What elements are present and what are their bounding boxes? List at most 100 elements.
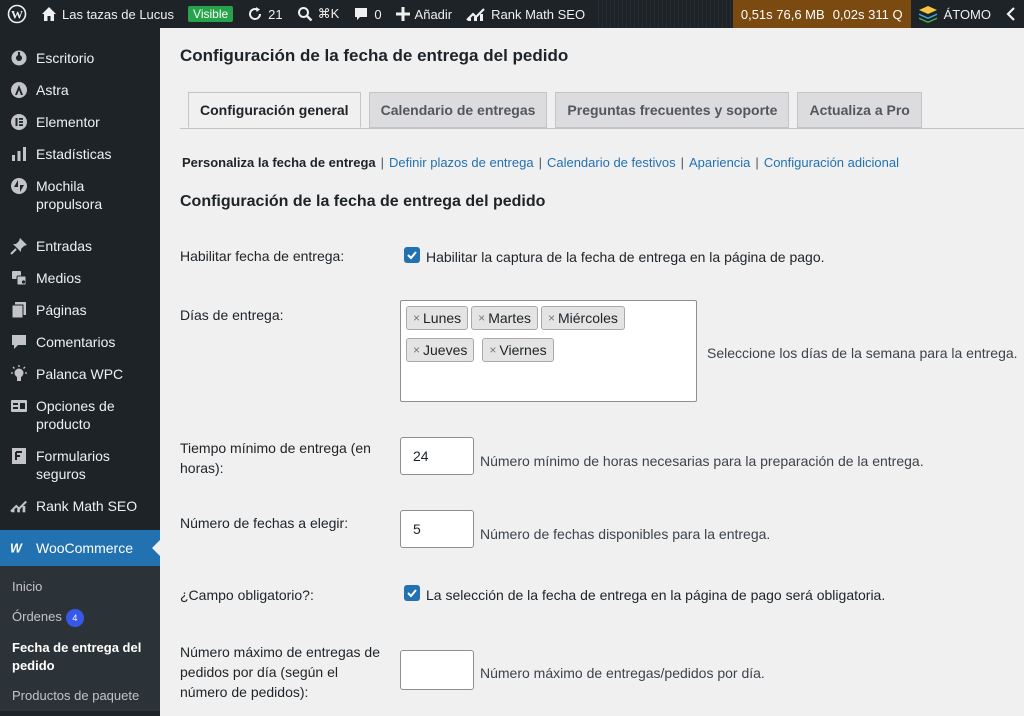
search-icon [297, 6, 313, 22]
tab-preguntas-frecuentes[interactable]: Preguntas frecuentes y soporte [555, 92, 790, 128]
subnav-separator: | [380, 155, 385, 170]
updates-count: 21 [268, 6, 283, 22]
pages-icon [10, 301, 28, 319]
min-delivery-time-label: Tiempo mínimo de entrega (en horas): [180, 440, 371, 476]
checkmark-icon [407, 251, 417, 260]
jetpack-icon [10, 177, 28, 195]
media-icon [10, 269, 28, 287]
submenu-item-inicio[interactable]: Inicio [0, 572, 160, 602]
search-shortcut-key: ⌘K [317, 6, 340, 21]
rank-math-label: Rank Math SEO [491, 6, 586, 22]
num-dates-description: Número de fechas disponibles para la ent… [480, 526, 771, 542]
day-tag-label: Lunes [423, 310, 462, 326]
day-tag-jueves[interactable]: × Jueves [406, 338, 475, 362]
required-field-checkbox[interactable] [404, 585, 420, 601]
admin-bar: W Las tazas de Lucus Visible 21 ⌘K 0 Aña… [0, 0, 1024, 28]
menu-item-label: Palanca WPC [36, 366, 124, 382]
tab-actualiza-a-pro[interactable]: Actualiza a Pro [797, 92, 922, 128]
menu-item-astra[interactable]: Astra [0, 74, 160, 106]
menu-item-woocommerce[interactable]: W WooCommerce [0, 530, 160, 566]
max-per-day-description: Número máximo de entregas/pedidos por dí… [480, 665, 765, 681]
remove-x-icon[interactable]: × [413, 343, 420, 357]
menu-item-label: Mochila propulsora [36, 178, 103, 212]
remove-x-icon[interactable]: × [478, 311, 485, 325]
num-dates-input[interactable]: 5 [400, 510, 474, 548]
svg-text:W: W [11, 8, 23, 22]
submenu-item-label: Inicio [12, 579, 43, 594]
submenu-item-ordenes[interactable]: Órdenes 4 [0, 602, 160, 633]
min-delivery-time-input[interactable]: 24 [400, 437, 474, 475]
subnav-apariencia[interactable]: Apariencia [689, 155, 750, 170]
menu-item-rank-math-seo[interactable]: Rank Math SEO [0, 490, 160, 522]
num-dates-label: Número de fechas a elegir: [180, 515, 349, 531]
menu-item-label: Medios [36, 270, 82, 286]
site-name-link[interactable]: Las tazas de Lucus [34, 0, 181, 28]
subnav-configuracion-adicional[interactable]: Configuración adicional [764, 155, 899, 170]
comments-link[interactable]: 0 [346, 0, 388, 28]
forms-icon [10, 447, 28, 465]
menu-item-comentarios[interactable]: Comentarios [0, 326, 160, 358]
admin-bar-spacer [598, 0, 733, 28]
menu-item-paginas[interactable]: Páginas [0, 294, 160, 326]
menu-item-label: Páginas [36, 302, 87, 318]
subnav-definir-plazos[interactable]: Definir plazos de entrega [389, 155, 534, 170]
svg-text:W: W [10, 542, 23, 556]
product-options-icon [10, 397, 28, 415]
required-field-text: La selección de la fecha de entrega en l… [426, 587, 886, 603]
submenu-item-productos-de-paquete[interactable]: Productos de paquete [0, 681, 160, 711]
menu-item-label: Opciones de producto [36, 398, 115, 432]
menu-item-mochila-propulsora[interactable]: Mochila propulsora [0, 170, 160, 220]
day-tag-viernes[interactable]: × Viernes [482, 338, 554, 362]
day-tag-martes[interactable]: × Martes [471, 306, 538, 330]
max-per-day-input[interactable] [400, 650, 474, 690]
comments-count: 0 [374, 6, 382, 22]
remove-x-icon[interactable]: × [413, 311, 420, 325]
menu-item-entradas[interactable]: Entradas [0, 230, 160, 262]
remove-x-icon[interactable]: × [548, 311, 555, 325]
search-shortcut[interactable]: ⌘K [290, 0, 347, 28]
subnav-personaliza[interactable]: Personaliza la fecha de entrega [182, 155, 376, 170]
updates-link[interactable]: 21 [240, 0, 289, 28]
enable-delivery-date-text: Habilitar la captura de la fecha de entr… [426, 249, 825, 265]
menu-item-elementor[interactable]: Elementor [0, 106, 160, 138]
menu-item-palanca-wpc[interactable]: Palanca WPC [0, 358, 160, 390]
subnav-calendario-festivos[interactable]: Calendario de festivos [547, 155, 676, 170]
menu-item-escritorio[interactable]: Escritorio [0, 42, 160, 74]
admin-sidebar: Escritorio Astra Elementor Estadísticas … [0, 28, 160, 716]
tab-calendario-de-entregas[interactable]: Calendario de entregas [368, 92, 548, 128]
wordpress-logo-button[interactable]: W [0, 0, 34, 28]
admin-bar-more-button[interactable] [998, 0, 1024, 28]
submenu-item-fecha-de-entrega[interactable]: Fecha de entrega del pedido [0, 633, 160, 681]
delivery-days-multiselect[interactable]: × Lunes × Martes × Miércoles × Jueves × Viernes [400, 300, 697, 402]
menu-item-label: Entradas [36, 238, 93, 254]
perf-queries: 0,02s 311 Q [832, 6, 903, 22]
remove-x-icon[interactable]: × [489, 343, 496, 357]
wordpress-icon: W [7, 4, 27, 24]
query-monitor-stats[interactable]: 0,51s 76,6 MB 0,02s 311 Q [732, 0, 911, 28]
menu-item-label: Escritorio [36, 50, 95, 66]
atomo-layers-icon [918, 5, 938, 23]
menu-item-label: WooCommerce [36, 540, 133, 556]
enable-delivery-date-checkbox[interactable] [404, 247, 420, 263]
day-tag-lunes[interactable]: × Lunes [406, 306, 469, 330]
submenu-item-label: Órdenes [12, 609, 62, 624]
menu-item-estadisticas[interactable]: Estadísticas [0, 138, 160, 170]
subnav-separator: | [680, 155, 684, 170]
tab-configuracion-general[interactable]: Configuración general [188, 92, 361, 128]
submenu-item-label: Fecha de entrega del pedido [12, 639, 142, 673]
rank-math-link[interactable]: Rank Math SEO [459, 0, 592, 28]
atomo-link[interactable]: ÁTOMO [911, 0, 998, 28]
menu-item-opciones-de-producto[interactable]: Opciones de producto [0, 390, 160, 440]
day-tag-label: Martes [488, 310, 531, 326]
new-content-link[interactable]: Añadir [389, 0, 460, 28]
subnav-separator: | [755, 155, 759, 170]
rankmath-icon [466, 6, 486, 22]
rankmath-icon [10, 497, 28, 515]
required-field-label: ¿Campo obligatorio?: [180, 587, 314, 603]
day-tag-miercoles[interactable]: × Miércoles [540, 306, 625, 330]
menu-item-medios[interactable]: Medios [0, 262, 160, 294]
menu-item-formularios-seguros[interactable]: Formularios seguros [0, 440, 160, 490]
max-per-day-label: Número máximo de entregas de pedidos por… [180, 644, 380, 700]
visibility-badge-item[interactable]: Visible [181, 0, 240, 28]
comment-bubble-icon [353, 6, 369, 22]
